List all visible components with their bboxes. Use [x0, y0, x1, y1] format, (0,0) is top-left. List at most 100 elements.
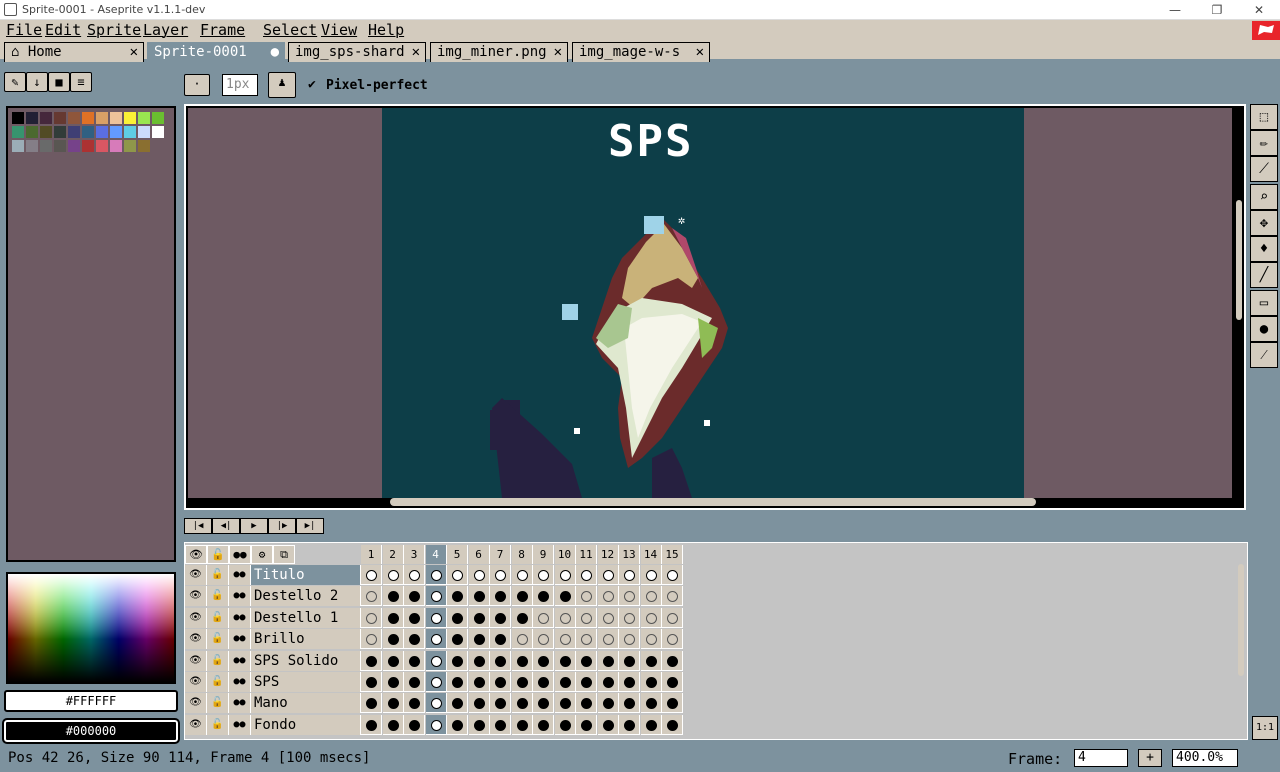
- continuous-icon[interactable]: ●●: [229, 714, 251, 735]
- lock-icon[interactable]: 🔓: [207, 586, 229, 607]
- palette-swatch[interactable]: [82, 140, 94, 152]
- palette-swatch[interactable]: [96, 112, 108, 124]
- close-tab-icon[interactable]: ✕: [412, 43, 420, 62]
- layer-row[interactable]: 👁 🔓 ●● Destello 1: [185, 607, 683, 629]
- cel[interactable]: [361, 650, 382, 671]
- cel[interactable]: [447, 607, 468, 628]
- eyedropper-tool-icon[interactable]: ⟋: [1250, 156, 1278, 182]
- cel[interactable]: [447, 586, 468, 607]
- cel[interactable]: [361, 629, 382, 650]
- cel[interactable]: [468, 607, 490, 628]
- frame-header[interactable]: 15: [662, 545, 683, 564]
- cel[interactable]: [468, 565, 490, 585]
- cel[interactable]: [576, 565, 597, 585]
- frame-header[interactable]: 13: [619, 545, 640, 564]
- timeline-scrollbar[interactable]: [1238, 564, 1244, 676]
- cel[interactable]: [619, 672, 640, 692]
- layer-row[interactable]: 👁 🔓 ●● SPS Solido: [185, 650, 683, 672]
- aseprite-logo-icon[interactable]: [1252, 21, 1280, 40]
- menu-edit[interactable]: Edit: [45, 21, 81, 39]
- background-color[interactable]: #000000: [2, 718, 180, 744]
- cel[interactable]: [425, 650, 447, 671]
- cel[interactable]: [361, 607, 382, 628]
- visibility-header-icon[interactable]: 👁: [185, 545, 207, 564]
- cel[interactable]: [662, 714, 683, 735]
- cel[interactable]: [447, 565, 468, 585]
- tab-img-sps-shard[interactable]: img_sps-shard ✕: [288, 42, 426, 62]
- eye-icon[interactable]: 👁: [185, 607, 207, 628]
- line-tool-icon[interactable]: ╱: [1250, 262, 1278, 288]
- close-tab-icon[interactable]: ✕: [130, 43, 138, 62]
- frame-header[interactable]: 12: [597, 545, 619, 564]
- cel[interactable]: [597, 650, 619, 671]
- edit-palette-icon[interactable]: ✎: [4, 72, 26, 92]
- cel[interactable]: [533, 586, 554, 607]
- layer-name[interactable]: Brillo: [251, 629, 361, 650]
- cel[interactable]: [511, 607, 533, 628]
- eye-icon[interactable]: 👁: [185, 650, 207, 671]
- frame-header[interactable]: 1: [361, 545, 382, 564]
- zoom-tool-icon[interactable]: ⌕: [1250, 184, 1278, 210]
- palette-swatch[interactable]: [138, 126, 150, 138]
- cel[interactable]: [554, 650, 576, 671]
- cel[interactable]: [511, 672, 533, 692]
- frame-header[interactable]: 6: [468, 545, 490, 564]
- palette-swatch[interactable]: [152, 126, 164, 138]
- cel[interactable]: [619, 607, 640, 628]
- cel[interactable]: [597, 672, 619, 692]
- tab-img-miner[interactable]: img_miner.png ✕: [430, 42, 568, 62]
- cel[interactable]: [576, 672, 597, 692]
- cel[interactable]: [490, 672, 511, 692]
- close-tab-icon[interactable]: ✕: [696, 43, 704, 62]
- layer-name[interactable]: Titulo: [251, 565, 361, 585]
- cel[interactable]: [361, 586, 382, 607]
- cel[interactable]: [640, 565, 662, 585]
- cel[interactable]: [468, 714, 490, 735]
- cel[interactable]: [662, 650, 683, 671]
- lock-icon[interactable]: 🔓: [207, 714, 229, 735]
- cel[interactable]: [662, 607, 683, 628]
- cel[interactable]: [447, 650, 468, 671]
- restore-button[interactable]: ❐: [1200, 1, 1234, 19]
- layer-name[interactable]: Mano: [251, 693, 361, 714]
- menu-file[interactable]: File: [6, 21, 42, 39]
- eye-icon[interactable]: 👁: [185, 714, 207, 735]
- pencil-tool-icon[interactable]: ✏: [1250, 130, 1278, 156]
- menu-frame[interactable]: Frame: [200, 21, 245, 39]
- layer-row[interactable]: 👁 🔓 ●● Destello 2: [185, 586, 683, 607]
- cel[interactable]: [468, 586, 490, 607]
- blur-tool-icon[interactable]: ⁄: [1250, 342, 1278, 368]
- cel[interactable]: [554, 672, 576, 692]
- cel[interactable]: [640, 672, 662, 692]
- cel[interactable]: [597, 565, 619, 585]
- cel[interactable]: [511, 565, 533, 585]
- cel[interactable]: [447, 629, 468, 650]
- layer-name[interactable]: Destello 2: [251, 586, 361, 607]
- continuous-icon[interactable]: ●●: [229, 607, 251, 628]
- lock-icon[interactable]: 🔓: [207, 650, 229, 671]
- cel[interactable]: [597, 607, 619, 628]
- cel[interactable]: [576, 650, 597, 671]
- cel[interactable]: [640, 693, 662, 714]
- fill-tool-icon[interactable]: ♦: [1250, 236, 1278, 262]
- brush-size-field[interactable]: 1px: [222, 74, 258, 96]
- cel[interactable]: [619, 586, 640, 607]
- move-tool-icon[interactable]: ✥: [1250, 210, 1278, 236]
- frame-header[interactable]: 14: [640, 545, 662, 564]
- lock-icon[interactable]: 🔓: [207, 672, 229, 692]
- cel[interactable]: [361, 565, 382, 585]
- cel[interactable]: [576, 586, 597, 607]
- cel[interactable]: [597, 629, 619, 650]
- continuous-icon[interactable]: ●●: [229, 672, 251, 692]
- rectangle-tool-icon[interactable]: ▭: [1250, 290, 1278, 316]
- cel[interactable]: [404, 714, 425, 735]
- layer-row[interactable]: 👁 🔓 ●● Titulo: [185, 565, 683, 586]
- palette-swatch[interactable]: [110, 126, 122, 138]
- sort-palette-icon[interactable]: ↓: [26, 72, 48, 92]
- cel[interactable]: [361, 714, 382, 735]
- layer-row[interactable]: 👁 🔓 ●● Fondo: [185, 714, 683, 736]
- cel[interactable]: [662, 693, 683, 714]
- cel[interactable]: [640, 714, 662, 735]
- frame-header[interactable]: 5: [447, 545, 468, 564]
- continuous-icon[interactable]: ●●: [229, 565, 251, 585]
